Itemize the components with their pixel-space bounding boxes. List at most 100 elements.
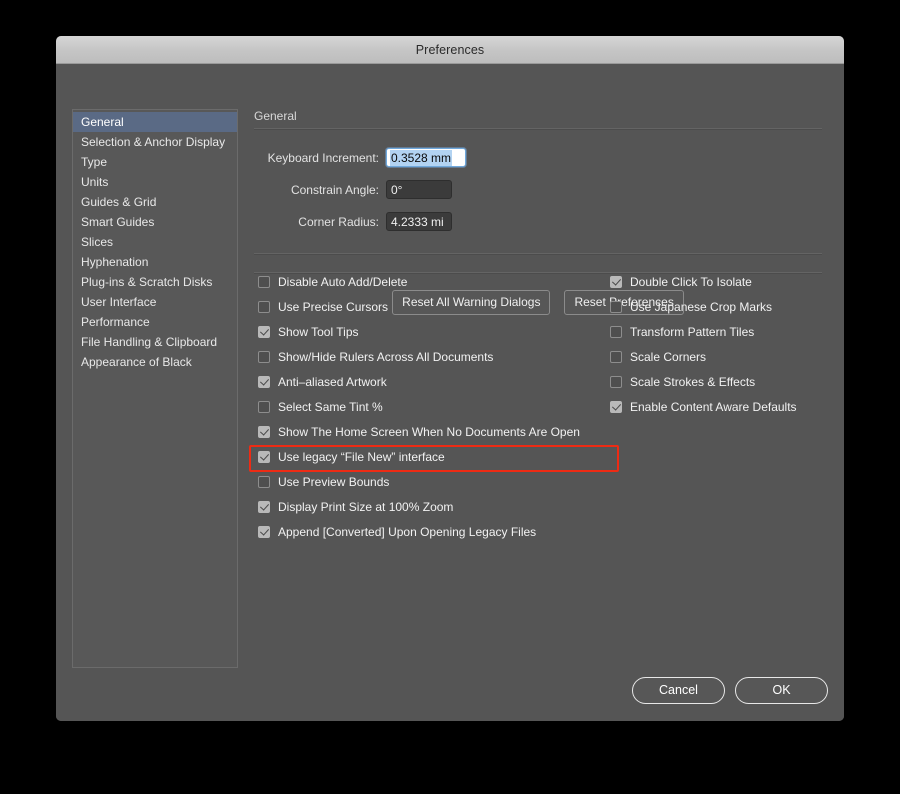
sidebar-item-selection-anchor-display[interactable]: Selection & Anchor Display [73,132,237,152]
dialog-title: Preferences [415,42,485,57]
checkbox-checked-icon[interactable] [258,450,270,463]
checkbox-row[interactable]: Use legacy “File New” interface [258,444,608,469]
checkbox-row[interactable]: Scale Strokes & Effects [610,369,825,394]
field-row: Corner Radius: 4.2333 mi [254,208,824,235]
checkbox-checked-icon[interactable] [258,425,270,438]
checkbox-label: Scale Corners [630,349,707,364]
checkbox-row[interactable]: Show/Hide Rulers Across All Documents [258,344,608,369]
checkbox-row[interactable]: Append [Converted] Upon Opening Legacy F… [258,519,608,544]
sidebar-item-guides-grid[interactable]: Guides & Grid [73,192,237,212]
sidebar-item-performance[interactable]: Performance [73,312,237,332]
sidebar-item-slices[interactable]: Slices [73,232,237,252]
checkbox-row[interactable]: Select Same Tint % [258,394,608,419]
checkbox-label: Append [Converted] Upon Opening Legacy F… [278,524,537,539]
field-label: Corner Radius: [298,214,379,229]
general-fields: Keyboard Increment: 0.3528 mm Constrain An… [254,144,824,235]
checkbox-checked-icon[interactable] [610,275,622,288]
checkbox-row[interactable]: Use Precise Cursors [258,294,608,319]
dialog-titlebar: Preferences [56,36,844,64]
checkbox-row[interactable]: Transform Pattern Tiles [610,319,825,344]
checkbox-label: Use Precise Cursors [278,299,389,314]
sidebar-item-plug-ins-scratch-disks[interactable]: Plug-ins & Scratch Disks [73,272,237,292]
sidebar-item-label: Selection & Anchor Display [81,135,226,149]
field-label: Constrain Angle: [290,182,379,197]
sidebar-item-user-interface[interactable]: User Interface [73,292,237,312]
options-column-left: Disable Auto Add/Delete Use Precise Curso… [258,269,608,544]
checkbox-label: Use legacy “File New” interface [278,449,445,464]
checkbox-label: Transform Pattern Tiles [630,324,755,339]
checkbox-unchecked-icon[interactable] [258,300,270,313]
section-divider [254,128,822,130]
checkbox-label: Disable Auto Add/Delete [278,274,408,289]
checkbox-label: Select Same Tint % [278,399,383,414]
checkbox-unchecked-icon[interactable] [258,475,270,488]
checkbox-unchecked-icon[interactable] [610,300,622,313]
checkbox-row[interactable]: Use Japanese Crop Marks [610,294,825,319]
section-title: General [254,109,297,123]
checkbox-unchecked-icon[interactable] [258,275,270,288]
sidebar-item-label: Appearance of Black [81,355,192,369]
sidebar-item-label: Units [81,175,109,189]
dialog-body: General Selection & Anchor Display Type Uni… [56,64,844,721]
checkbox-unchecked-icon[interactable] [610,375,622,388]
sidebar-item-general[interactable]: General [73,112,237,132]
sidebar-item-label: Type [81,155,108,169]
preferences-dialog: Preferences General Selection & Anchor Di… [56,36,844,721]
field-input-corner-radius[interactable]: 4.2333 mi [386,212,452,231]
sidebar-item-hyphenation[interactable]: Hyphenation [73,252,237,272]
sidebar-item-label: User Interface [81,295,157,309]
sidebar-item-label: Guides & Grid [81,195,157,209]
checkbox-row[interactable]: Display Print Size at 100% Zoom [258,494,608,519]
sidebar-item-units[interactable]: Units [73,172,237,192]
checkbox-row[interactable]: Scale Corners [610,344,825,369]
sidebar-item-smart-guides[interactable]: Smart Guides [73,212,237,232]
field-input-keyboard-increment[interactable]: 0.3528 mm [386,148,466,167]
field-value: 0.3528 mm [390,150,453,166]
checkbox-row[interactable]: Double Click To Isolate [610,269,825,294]
sidebar-item-label: Plug-ins & Scratch Disks [81,275,213,289]
sidebar-item-label: Smart Guides [81,215,155,229]
checkbox-unchecked-icon[interactable] [258,350,270,363]
ok-button[interactable]: OK [735,677,828,704]
checkbox-label: Show/Hide Rulers Across All Documents [278,349,494,364]
field-row: Keyboard Increment: 0.3528 mm [254,144,824,171]
checkbox-label: Scale Strokes & Effects [630,374,756,389]
dialog-footer: Cancel OK [632,677,828,704]
preferences-main-pane: General Keyboard Increment: 0.3528 mm Cons… [249,109,824,539]
checkbox-unchecked-icon[interactable] [610,350,622,363]
sidebar-item-label: File Handling & Clipboard [81,335,218,349]
sidebar-item-file-handling-clipboard[interactable]: File Handling & Clipboard [73,332,237,352]
checkbox-label: Anti–aliased Artwork [278,374,387,389]
checkbox-unchecked-icon[interactable] [258,400,270,413]
field-input-constrain-angle[interactable]: 0° [386,180,452,199]
options-column-right: Double Click To Isolate Use Japanese Crop… [610,269,825,419]
sidebar-item-label: Slices [81,235,114,249]
checkbox-row[interactable]: Show Tool Tips [258,319,608,344]
checkbox-label: Show The Home Screen When No Documents A… [278,424,580,439]
field-row: Constrain Angle: 0° [254,176,824,203]
checkbox-checked-icon[interactable] [610,400,622,413]
checkbox-checked-icon[interactable] [258,375,270,388]
checkbox-unchecked-icon[interactable] [610,325,622,338]
checkbox-checked-icon[interactable] [258,500,270,513]
checkbox-label: Display Print Size at 100% Zoom [278,499,454,514]
checkbox-row[interactable]: Show The Home Screen When No Documents A… [258,419,608,444]
checkbox-checked-icon[interactable] [258,525,270,538]
sidebar-item-label: Hyphenation [81,255,149,269]
checkbox-row[interactable]: Enable Content Aware Defaults [610,394,825,419]
checkbox-label: Double Click To Isolate [630,274,752,289]
options-divider [254,253,822,255]
sidebar-item-appearance-of-black[interactable]: Appearance of Black [73,352,237,372]
sidebar-item-label: General [81,115,124,129]
cancel-button[interactable]: Cancel [632,677,725,704]
preferences-category-list[interactable]: General Selection & Anchor Display Type Uni… [72,109,238,668]
checkbox-label: Enable Content Aware Defaults [630,399,797,414]
sidebar-item-type[interactable]: Type [73,152,237,172]
checkbox-label: Use Preview Bounds [278,474,390,489]
checkbox-row[interactable]: Anti–aliased Artwork [258,369,608,394]
sidebar-item-label: Performance [81,315,150,329]
checkbox-label: Show Tool Tips [278,324,359,339]
checkbox-row[interactable]: Use Preview Bounds [258,469,608,494]
checkbox-row[interactable]: Disable Auto Add/Delete [258,269,608,294]
checkbox-checked-icon[interactable] [258,325,270,338]
